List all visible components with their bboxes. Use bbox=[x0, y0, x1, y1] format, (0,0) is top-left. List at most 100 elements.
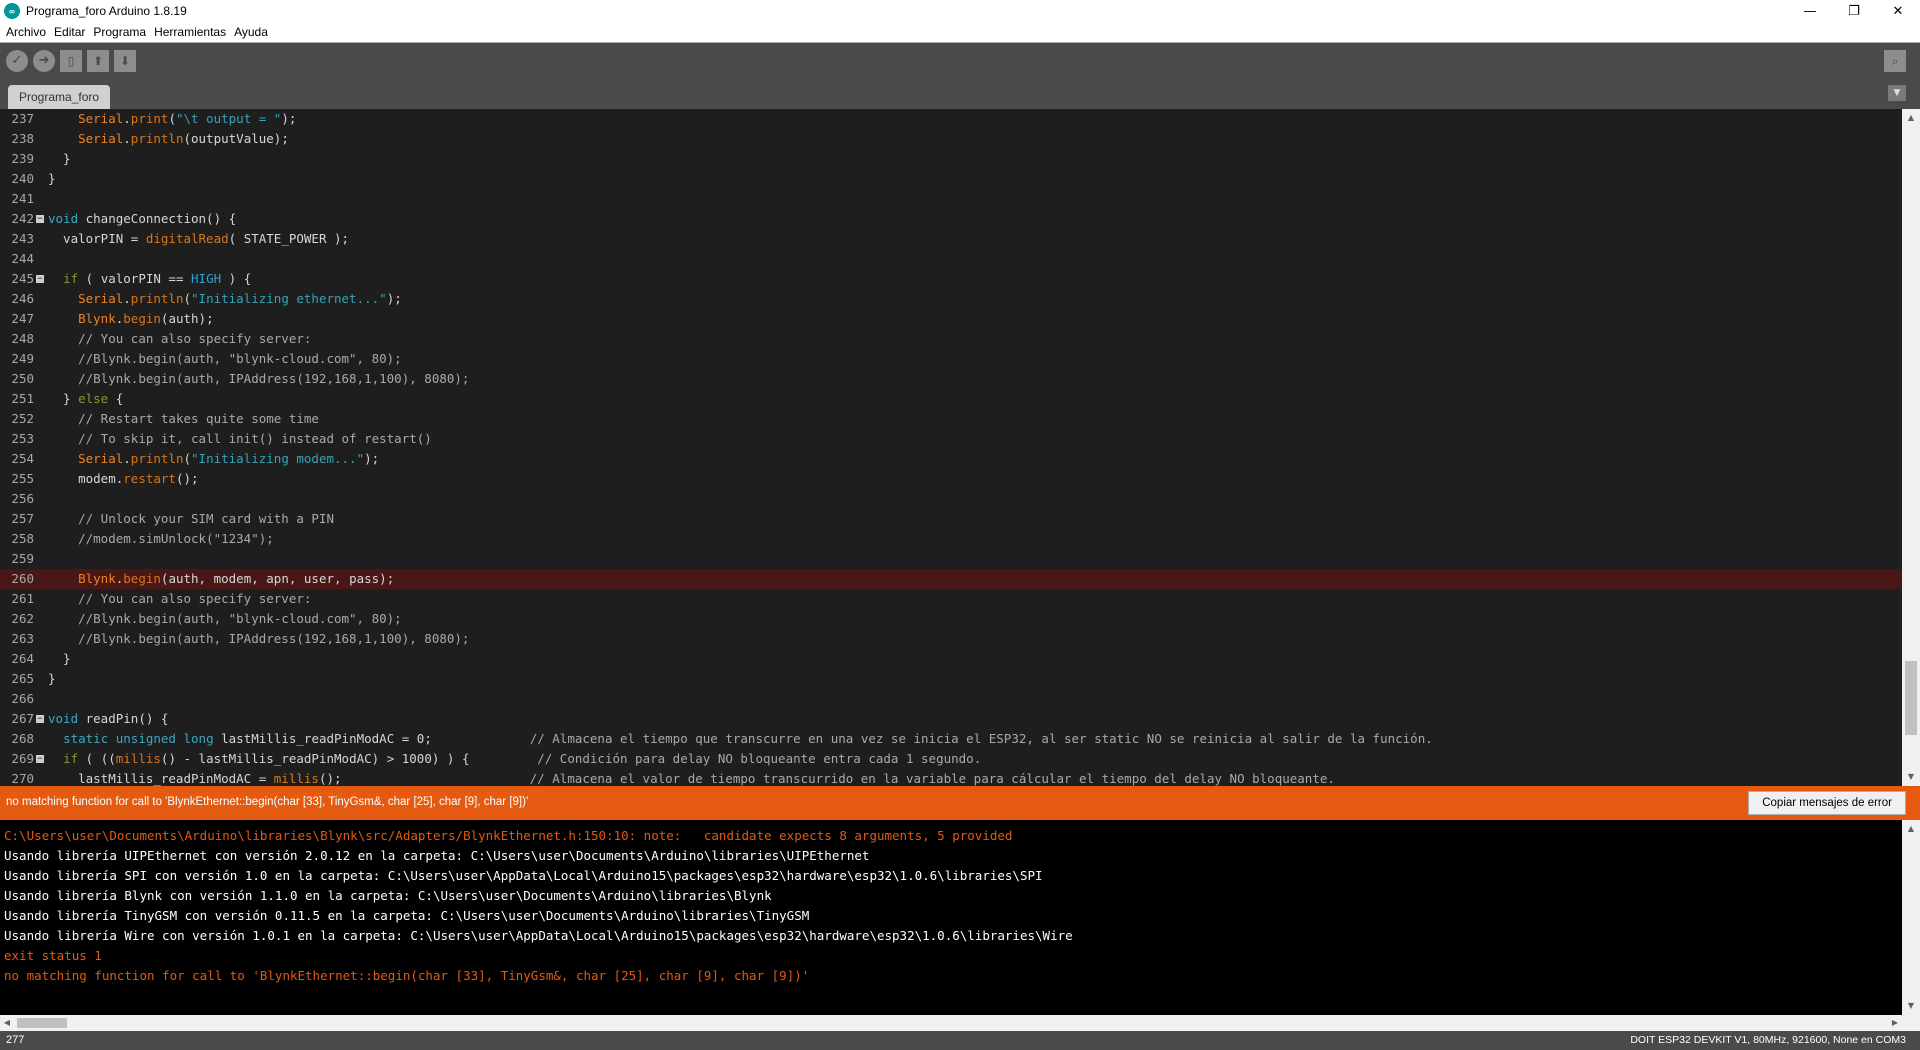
open-button[interactable]: ⬆ bbox=[87, 49, 109, 72]
triangle-down-icon: ▼ bbox=[1893, 88, 1901, 98]
scroll-left-icon[interactable]: ◀ bbox=[0, 1015, 14, 1031]
code-text: if ( ((millis() - lastMillis_readPinModA… bbox=[63, 751, 982, 766]
code-line[interactable]: 265} bbox=[0, 669, 1902, 689]
code-line[interactable]: 245− if ( valorPIN == HIGH ) { bbox=[0, 269, 1902, 289]
line-number: 254 bbox=[11, 451, 34, 466]
code-line[interactable]: 248 // You can also specify server: bbox=[0, 329, 1902, 349]
check-icon: ✓ bbox=[11, 53, 23, 68]
menu-herramientas[interactable]: Herramientas bbox=[150, 25, 230, 39]
code-line[interactable]: 262 //Blynk.begin(auth, "blynk-cloud.com… bbox=[0, 609, 1902, 629]
console-vertical-scrollbar[interactable]: ▲ ▼ bbox=[1902, 820, 1920, 1031]
line-number: 241 bbox=[11, 191, 34, 206]
scroll-up-icon[interactable]: ▲ bbox=[1902, 111, 1920, 125]
console-line: Usando librería Blynk con versión 1.1.0 … bbox=[4, 888, 772, 903]
code-line[interactable]: 268 static unsigned long lastMillis_read… bbox=[0, 729, 1902, 749]
code-text: lastMillis_readPinModAC = millis(); // A… bbox=[48, 771, 1335, 786]
board-info: DOIT ESP32 DEVKIT V1, 80MHz, 921600, Non… bbox=[1630, 1034, 1906, 1046]
code-text: Serial.println("Initializing ethernet...… bbox=[78, 291, 402, 306]
console-line: exit status 1 bbox=[4, 948, 102, 963]
code-line[interactable]: 264 } bbox=[0, 649, 1902, 669]
fold-toggle-icon[interactable]: − bbox=[36, 755, 44, 764]
code-text: } bbox=[48, 651, 71, 666]
code-line[interactable]: 256 bbox=[0, 489, 1902, 509]
upload-button[interactable]: ➜ bbox=[33, 49, 55, 72]
code-text: // You can also specify server: bbox=[78, 591, 312, 606]
menu-ayuda[interactable]: Ayuda bbox=[230, 25, 272, 39]
code-text: //modem.simUnlock("1234"); bbox=[78, 531, 274, 546]
code-line[interactable]: 241 bbox=[0, 189, 1902, 209]
code-line[interactable]: 244 bbox=[0, 249, 1902, 269]
code-line[interactable]: 240} bbox=[0, 169, 1902, 189]
code-line[interactable]: 259 bbox=[0, 549, 1902, 569]
tab-menu-button[interactable]: ▼ bbox=[1888, 85, 1906, 101]
code-line[interactable]: 242− void changeConnection() { bbox=[0, 209, 1902, 229]
console-horizontal-scrollbar[interactable]: ◀ ▶ bbox=[0, 1015, 1902, 1031]
code-text: valorPIN = digitalRead( STATE_POWER ); bbox=[48, 231, 350, 246]
serial-monitor-button[interactable]: ⌕ bbox=[1884, 50, 1906, 72]
code-line[interactable]: 257 // Unlock your SIM card with a PIN bbox=[0, 509, 1902, 529]
code-line[interactable]: 239 } bbox=[0, 149, 1902, 169]
code-line[interactable]: 247 Blynk.begin(auth); bbox=[0, 309, 1902, 329]
scroll-right-icon[interactable]: ▶ bbox=[1888, 1015, 1902, 1031]
line-number: 237 bbox=[11, 111, 34, 126]
code-line[interactable]: 246 Serial.println("Initializing etherne… bbox=[0, 289, 1902, 309]
code-line[interactable]: 237 Serial.print("\t output = "); bbox=[0, 109, 1902, 129]
code-editor[interactable]: 237 Serial.print("\t output = "); 238 Ser… bbox=[0, 109, 1920, 786]
code-text: // Unlock your SIM card with a PIN bbox=[78, 511, 334, 526]
line-number: 250 bbox=[11, 371, 34, 386]
menu-editar[interactable]: Editar bbox=[50, 25, 89, 39]
line-number: 269 bbox=[11, 751, 34, 766]
fold-toggle-icon[interactable]: − bbox=[36, 215, 44, 224]
code-text: } else { bbox=[48, 391, 124, 406]
menu-archivo[interactable]: Archivo bbox=[2, 25, 50, 39]
copy-error-messages-button[interactable]: Copiar mensajes de error bbox=[1748, 791, 1906, 815]
minimize-button[interactable]: — bbox=[1788, 0, 1832, 22]
code-line[interactable]: 266 bbox=[0, 689, 1902, 709]
close-button[interactable]: ✕ bbox=[1876, 0, 1920, 22]
code-line[interactable]: 251 } else { bbox=[0, 389, 1902, 409]
code-line[interactable]: 261 // You can also specify server: bbox=[0, 589, 1902, 609]
editor-vertical-scrollbar[interactable]: ▲ ▼ bbox=[1902, 109, 1920, 786]
code-line[interactable]: 263 //Blynk.begin(auth, IPAddress(192,16… bbox=[0, 629, 1902, 649]
code-line[interactable]: 252 // Restart takes quite some time bbox=[0, 409, 1902, 429]
fold-toggle-icon[interactable]: − bbox=[36, 715, 44, 724]
code-line[interactable]: 253 // To skip it, call init() instead o… bbox=[0, 429, 1902, 449]
line-number: 260 bbox=[11, 571, 34, 586]
scroll-down-icon[interactable]: ▼ bbox=[1902, 999, 1920, 1013]
status-bar: 277 DOIT ESP32 DEVKIT V1, 80MHz, 921600,… bbox=[0, 1031, 1920, 1050]
editor-scroll-thumb[interactable] bbox=[1905, 661, 1917, 735]
code-text: void changeConnection() { bbox=[48, 211, 237, 226]
window-controls: — ❐ ✕ bbox=[1788, 0, 1920, 22]
code-line[interactable]: 238 Serial.println(outputValue); bbox=[0, 129, 1902, 149]
new-button[interactable]: ▯ bbox=[60, 49, 82, 72]
code-line[interactable]: 250 //Blynk.begin(auth, IPAddress(192,16… bbox=[0, 369, 1902, 389]
code-line[interactable]: 255 modem.restart(); bbox=[0, 469, 1902, 489]
scroll-up-icon[interactable]: ▲ bbox=[1902, 822, 1920, 836]
line-number: 258 bbox=[11, 531, 34, 546]
console-scroll-thumb[interactable] bbox=[17, 1018, 67, 1028]
code-text: //Blynk.begin(auth, "blynk-cloud.com", 8… bbox=[78, 611, 402, 626]
line-number: 262 bbox=[11, 611, 34, 626]
console-line: Usando librería UIPEthernet con versión … bbox=[4, 848, 870, 863]
line-number: 249 bbox=[11, 351, 34, 366]
fold-toggle-icon[interactable]: − bbox=[36, 275, 44, 284]
code-line[interactable]: 270 lastMillis_readPinModAC = millis(); … bbox=[0, 769, 1902, 786]
code-line[interactable]: 269− if ( ((millis() - lastMillis_readPi… bbox=[0, 749, 1902, 769]
line-number: 239 bbox=[11, 151, 34, 166]
code-line[interactable]: 243 valorPIN = digitalRead( STATE_POWER … bbox=[0, 229, 1902, 249]
scroll-down-icon[interactable]: ▼ bbox=[1902, 770, 1920, 784]
code-line[interactable]: 249 //Blynk.begin(auth, "blynk-cloud.com… bbox=[0, 349, 1902, 369]
verify-button[interactable]: ✓ bbox=[6, 49, 28, 72]
maximize-button[interactable]: ❐ bbox=[1832, 0, 1876, 22]
code-line[interactable]: 260 Blynk.begin(auth, modem, apn, user, … bbox=[0, 569, 1902, 589]
console-line: Usando librería SPI con versión 1.0 en l… bbox=[4, 868, 1043, 883]
code-area[interactable]: 237 Serial.print("\t output = "); 238 Ser… bbox=[0, 109, 1902, 786]
code-line[interactable]: 254 Serial.println("Initializing modem..… bbox=[0, 449, 1902, 469]
save-button[interactable]: ⬇ bbox=[114, 49, 136, 72]
tab-programa-foro[interactable]: Programa_foro bbox=[8, 85, 111, 109]
code-line[interactable]: 258 //modem.simUnlock("1234"); bbox=[0, 529, 1902, 549]
line-number: 268 bbox=[11, 731, 34, 746]
code-line[interactable]: 267− void readPin() { bbox=[0, 709, 1902, 729]
console-output[interactable]: C:\Users\user\Documents\Arduino\librarie… bbox=[0, 820, 1920, 1031]
menu-programa[interactable]: Programa bbox=[89, 25, 150, 39]
